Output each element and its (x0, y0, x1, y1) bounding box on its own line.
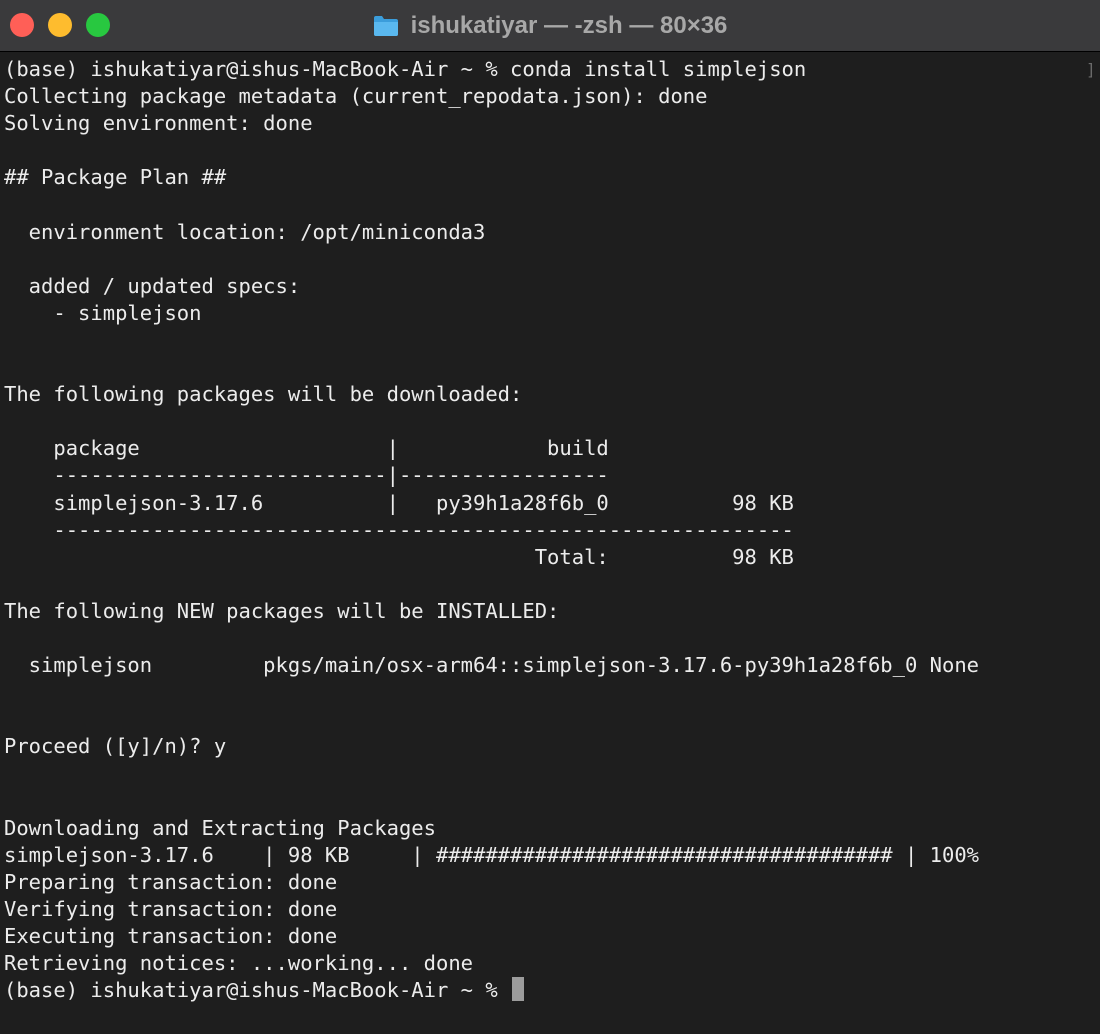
terminal-line: environment location: /opt/miniconda3 (4, 219, 486, 244)
terminal-line: Preparing transaction: done (4, 869, 338, 894)
terminal-line: The following packages will be downloade… (4, 382, 523, 407)
terminal-line: Retrieving notices: ...working... done (4, 951, 473, 976)
terminal-line: - simplejson (4, 300, 202, 325)
terminal-line: The following NEW packages will be INSTA… (4, 598, 560, 623)
terminal-line: ## Package Plan ## (4, 165, 227, 190)
window-title: ishukatiyar — -zsh — 80×36 (410, 12, 728, 39)
text-cursor (512, 977, 525, 1002)
terminal-line: added / updated specs: (4, 273, 301, 298)
terminal-line: Verifying transaction: done (4, 896, 338, 921)
terminal-line: ----------------------------------------… (4, 517, 794, 542)
terminal-line: Total: 98 KB (4, 544, 794, 569)
terminal-window: ishukatiyar — -zsh — 80×36 (base) ishuka… (0, 0, 1100, 1034)
terminal-line: Solving environment: done (4, 111, 313, 136)
terminal-line: simplejson pkgs/main/osx-arm64::simplejs… (4, 653, 980, 678)
prompt-text: (base) ishukatiyar@ishus-MacBook-Air ~ % (4, 978, 511, 1003)
terminal-output[interactable]: (base) ishukatiyar@ishus-MacBook-Air ~ %… (4, 56, 1084, 1026)
terminal-line: Proceed ([y]/n)? y (4, 734, 227, 759)
terminal-line: Downloading and Extracting Packages (4, 815, 436, 840)
folder-icon (373, 15, 399, 37)
terminal-line: Executing transaction: done (4, 924, 338, 948)
terminal-line: ---------------------------|------------… (4, 463, 609, 488)
terminal-line: simplejson-3.17.6 | 98 KB | ############… (4, 842, 980, 867)
terminal-line: Collecting package metadata (current_rep… (4, 84, 708, 109)
window-title-area: ishukatiyar — -zsh — 80×36 (0, 0, 1100, 52)
terminal-line: package | build (4, 436, 609, 461)
title-bar[interactable]: ishukatiyar — -zsh — 80×36 (0, 0, 1100, 52)
terminal-line: simplejson-3.17.6 | py39h1a28f6b_0 98 KB (4, 490, 794, 515)
terminal-line: (base) ishukatiyar@ishus-MacBook-Air ~ %… (4, 57, 807, 81)
prompt-line[interactable]: (base) ishukatiyar@ishus-MacBook-Air ~ % (4, 977, 1084, 1004)
scroll-indicator: ] (1086, 60, 1096, 79)
